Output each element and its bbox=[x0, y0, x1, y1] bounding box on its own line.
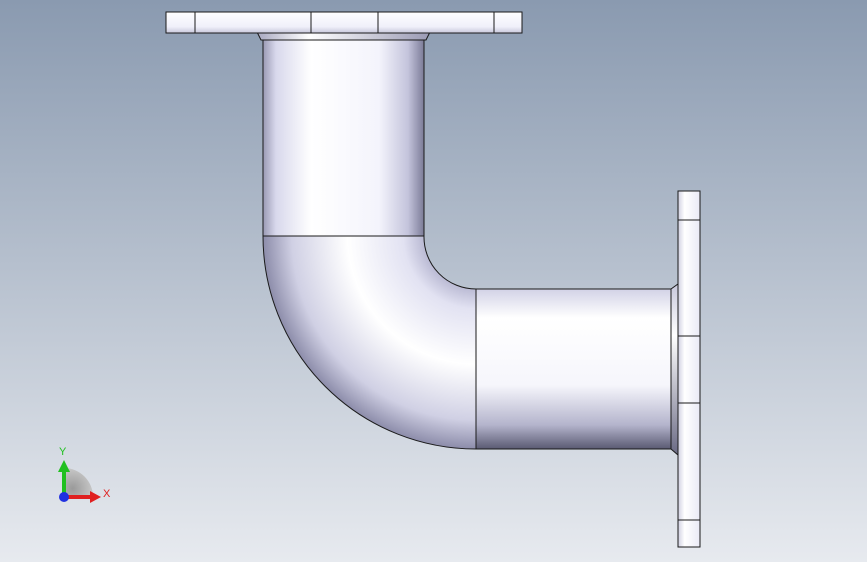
horizontal-pipe-segment[interactable] bbox=[475, 288, 672, 450]
right-flange-neck[interactable] bbox=[670, 283, 679, 457]
graphics-viewport[interactable]: Y X bbox=[0, 0, 867, 562]
x-axis-label: X bbox=[103, 488, 111, 500]
y-axis-label: Y bbox=[59, 446, 67, 458]
vertical-pipe-segment[interactable] bbox=[262, 37, 425, 237]
z-axis-dot bbox=[59, 492, 69, 502]
right-flange[interactable] bbox=[677, 190, 701, 548]
top-flange[interactable] bbox=[165, 11, 523, 34]
